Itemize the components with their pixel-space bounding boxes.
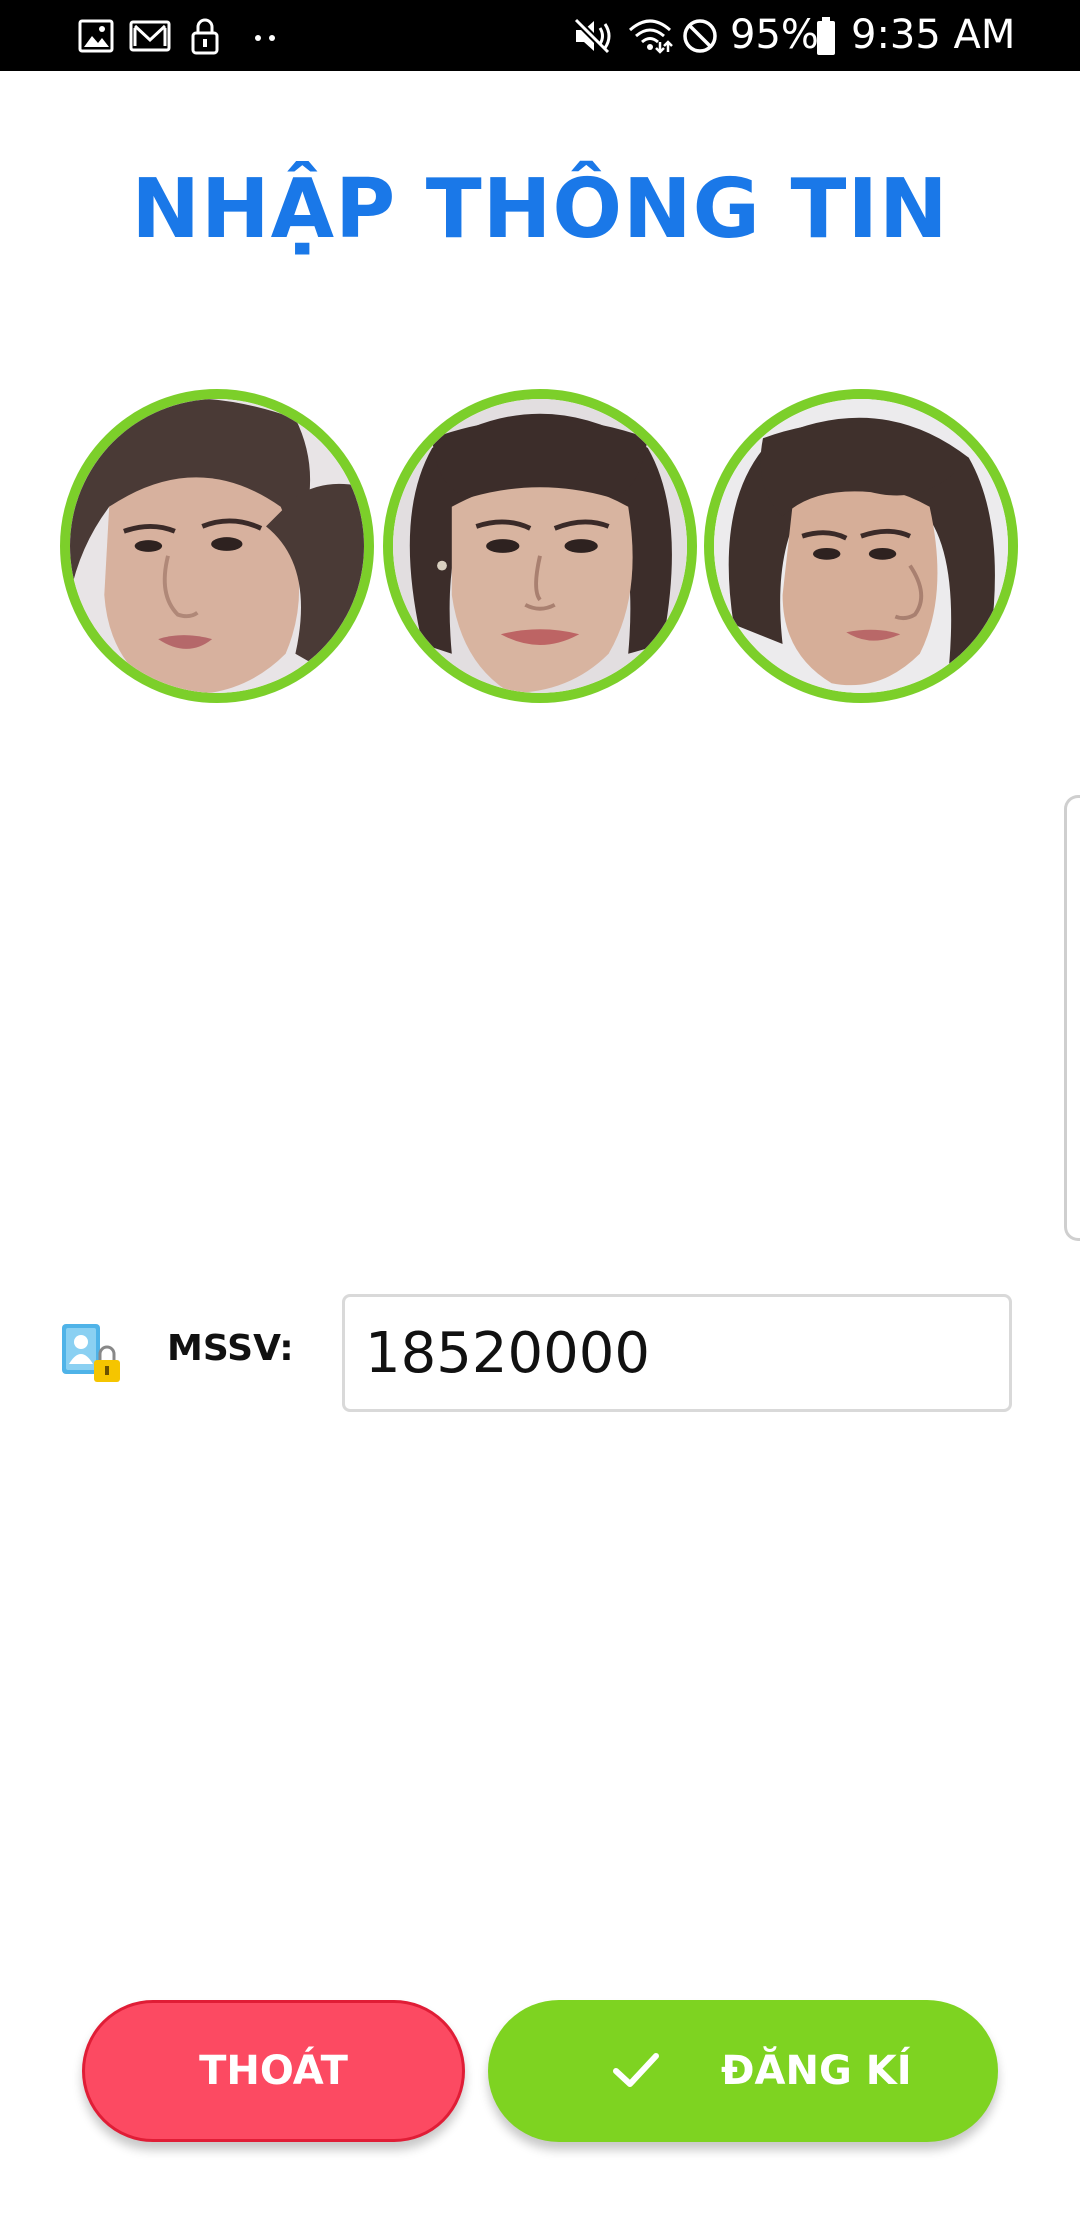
page-title: NHẬP THÔNG TIN xyxy=(131,162,949,257)
blocked-icon xyxy=(683,19,717,53)
student-id-lock-icon xyxy=(62,1324,120,1382)
battery-percent: 95% xyxy=(730,12,819,58)
gallery-icon xyxy=(78,19,114,53)
more-dots-icon xyxy=(255,35,275,41)
edge-panel-handle[interactable] xyxy=(1064,795,1080,1241)
exit-button-label: THOÁT xyxy=(199,2048,348,2094)
lock-icon xyxy=(191,18,219,55)
face-photo-left[interactable] xyxy=(60,389,374,703)
mute-icon xyxy=(573,17,611,55)
clock: 9:35 AM xyxy=(851,12,1016,58)
register-button[interactable]: ĐĂNG KÍ xyxy=(488,2000,998,2142)
mssv-input[interactable] xyxy=(342,1294,1012,1412)
mail-icon xyxy=(129,20,171,52)
exit-button[interactable]: THOÁT xyxy=(82,2000,465,2142)
face-photo-center[interactable] xyxy=(383,389,697,703)
face-photo-right[interactable] xyxy=(704,389,1018,703)
check-icon xyxy=(613,2053,659,2087)
battery-icon xyxy=(817,17,835,55)
register-button-label: ĐĂNG KÍ xyxy=(721,2048,912,2094)
wifi-icon xyxy=(628,19,673,54)
status-bar: 95% 9:35 AM xyxy=(0,0,1080,71)
mssv-label: MSSV: xyxy=(167,1328,294,1369)
